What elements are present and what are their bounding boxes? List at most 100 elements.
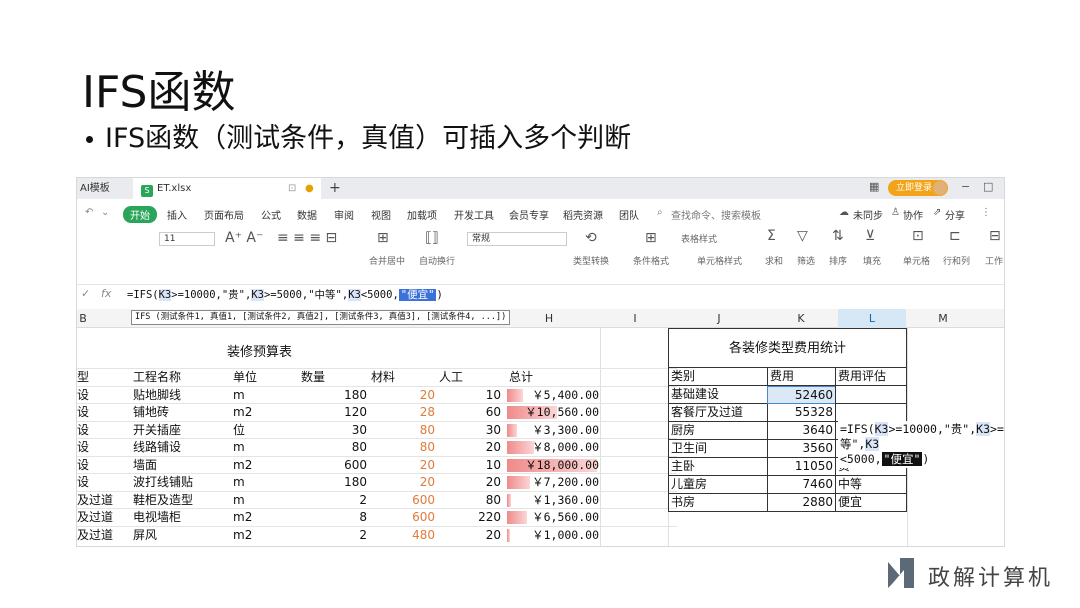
cell-unit[interactable]: m2: [233, 509, 293, 526]
cell-unit[interactable]: m: [233, 492, 293, 509]
cell-qty[interactable]: 2: [301, 527, 367, 544]
cell-name[interactable]: 贴地脚线: [133, 387, 229, 404]
stats-cell-cost[interactable]: 2880: [767, 494, 836, 512]
stats-cell-category[interactable]: 卫生间: [668, 440, 768, 458]
monitor-icon[interactable]: ⊡: [288, 178, 296, 199]
cell-name[interactable]: 屏风: [133, 527, 229, 544]
cell-total[interactable]: ￥18,000.00: [509, 457, 599, 474]
stats-cell-cost[interactable]: 7460: [767, 476, 836, 494]
sort-button[interactable]: 排序: [829, 254, 847, 267]
cell-qty[interactable]: 30: [301, 422, 367, 439]
sync-icon[interactable]: ☁: [839, 207, 849, 218]
command-search-input[interactable]: 查找命令、搜索模板: [671, 207, 761, 222]
row-col-button[interactable]: 行和列: [943, 254, 970, 267]
minimize-button[interactable]: −: [961, 180, 970, 193]
chevron-down-icon[interactable]: ⌄: [101, 207, 109, 218]
merge-icon[interactable]: ⊞: [377, 230, 389, 246]
cell-type[interactable]: 及过道: [77, 527, 127, 544]
column-header-b[interactable]: B: [77, 312, 89, 325]
avatar[interactable]: [933, 181, 947, 195]
stats-cell-cost[interactable]: 11050: [767, 458, 836, 476]
sum-button[interactable]: 求和: [765, 254, 783, 267]
cancel-icon[interactable]: ✓: [81, 287, 90, 300]
menu-member[interactable]: 会员专享: [509, 207, 549, 222]
header-name[interactable]: 工程名称: [133, 369, 223, 386]
cell-mat[interactable]: 20: [371, 387, 435, 404]
cell-labor[interactable]: 220: [439, 509, 501, 526]
cell-type[interactable]: 及过道: [77, 509, 127, 526]
undo-icon[interactable]: ↶: [85, 207, 93, 218]
cell-labor[interactable]: 20: [439, 439, 501, 456]
cell-mat[interactable]: 28: [371, 404, 435, 421]
cell-labor[interactable]: 10: [439, 387, 501, 404]
cell-total[interactable]: ￥10,560.00: [509, 404, 599, 421]
column-header-m[interactable]: M: [933, 312, 953, 325]
cell-formula-editor[interactable]: =IFS(K3>=10000,"贵",K3>=5000,"中等",K3<5000…: [838, 421, 1004, 468]
stats-cell-category[interactable]: 厨房: [668, 422, 768, 440]
worksheet-button[interactable]: 工作: [985, 254, 1003, 267]
stats-cell-category[interactable]: 儿童房: [668, 476, 768, 494]
stats-cell-cost[interactable]: 3560: [767, 440, 836, 458]
collab-icon[interactable]: ♙: [891, 207, 900, 218]
filter-icon[interactable]: ▽: [797, 228, 808, 244]
menu-team[interactable]: 团队: [619, 207, 639, 222]
cell-unit[interactable]: m: [233, 474, 293, 491]
header-type[interactable]: 型: [77, 369, 127, 386]
menu-data[interactable]: 数据: [297, 207, 317, 222]
sort-icon[interactable]: ⇅: [832, 228, 844, 244]
tab-et-xlsx[interactable]: S ET.xlsx ⊡ ●: [133, 178, 321, 199]
header-unit[interactable]: 单位: [233, 369, 293, 386]
collab-button[interactable]: 协作: [903, 207, 923, 222]
cell-unit[interactable]: m2: [233, 527, 293, 544]
cell-qty[interactable]: 80: [301, 439, 367, 456]
stats-cell-category[interactable]: 书房: [668, 494, 768, 512]
cell-type[interactable]: 设: [77, 474, 127, 491]
menu-addins[interactable]: 加载项: [407, 207, 437, 222]
cell-type[interactable]: 设: [77, 439, 127, 456]
cell-mat[interactable]: 80: [371, 439, 435, 456]
stats-cell-eval[interactable]: 中等: [835, 476, 907, 494]
row-col-icon[interactable]: ⊏: [949, 228, 961, 244]
menu-docer[interactable]: 稻壳资源: [563, 207, 603, 222]
header-labor[interactable]: 人工: [439, 369, 499, 386]
cell-qty[interactable]: 180: [301, 474, 367, 491]
cell-type[interactable]: 设: [77, 387, 127, 404]
menu-dev-tools[interactable]: 开发工具: [454, 207, 494, 222]
stats-cell-cost[interactable]: 3640: [767, 422, 836, 440]
stats-cell-category[interactable]: 客餐厅及过道: [668, 404, 768, 422]
stats-header-cost[interactable]: 费用: [767, 368, 836, 386]
stats-cell-category[interactable]: 主卧: [668, 458, 768, 476]
cell-mat[interactable]: 480: [371, 527, 435, 544]
cell-type[interactable]: 设: [77, 457, 127, 474]
cell-type[interactable]: 及过道: [77, 492, 127, 509]
cell-total[interactable]: ￥5,400.00: [509, 387, 599, 404]
sum-icon[interactable]: Σ: [767, 228, 776, 244]
cell-name[interactable]: 墙面: [133, 457, 229, 474]
header-qty[interactable]: 数量: [301, 369, 361, 386]
table-style-button[interactable]: 表格样式: [681, 232, 717, 245]
cell-name[interactable]: 电视墙柜: [133, 509, 229, 526]
auto-wrap-button[interactable]: 自动换行: [419, 254, 455, 267]
stats-cell-eval[interactable]: 便宜: [835, 494, 907, 512]
cell-qty[interactable]: 120: [301, 404, 367, 421]
cell-total[interactable]: ￥7,200.00: [509, 474, 599, 491]
cell-total[interactable]: ￥3,300.00: [509, 422, 599, 439]
cell-mat[interactable]: 600: [371, 509, 435, 526]
filter-button[interactable]: 筛选: [797, 254, 815, 267]
fx-icon[interactable]: fx: [101, 287, 111, 300]
cell-total[interactable]: ￥1,000.00: [509, 527, 599, 544]
add-tab-button[interactable]: +: [329, 178, 341, 198]
cell-name[interactable]: 线路铺设: [133, 439, 229, 456]
cell-labor[interactable]: 10: [439, 457, 501, 474]
formula-input[interactable]: =IFS(K3>=10000,"贵",K3>=5000,"中等",K3<5000…: [127, 287, 443, 302]
cond-format-button[interactable]: 条件格式: [633, 254, 669, 267]
worksheet-icon[interactable]: ⊟: [989, 228, 1001, 244]
cell-unit[interactable]: m2: [233, 404, 293, 421]
cell-name[interactable]: 鞋柜及造型: [133, 492, 229, 509]
cond-format-icon[interactable]: ⊞: [645, 230, 657, 246]
cell-button[interactable]: 单元格: [903, 254, 930, 267]
cell-mat[interactable]: 80: [371, 422, 435, 439]
cell-name[interactable]: 开关插座: [133, 422, 229, 439]
cell-qty[interactable]: 2: [301, 492, 367, 509]
cell-unit[interactable]: m2: [233, 457, 293, 474]
